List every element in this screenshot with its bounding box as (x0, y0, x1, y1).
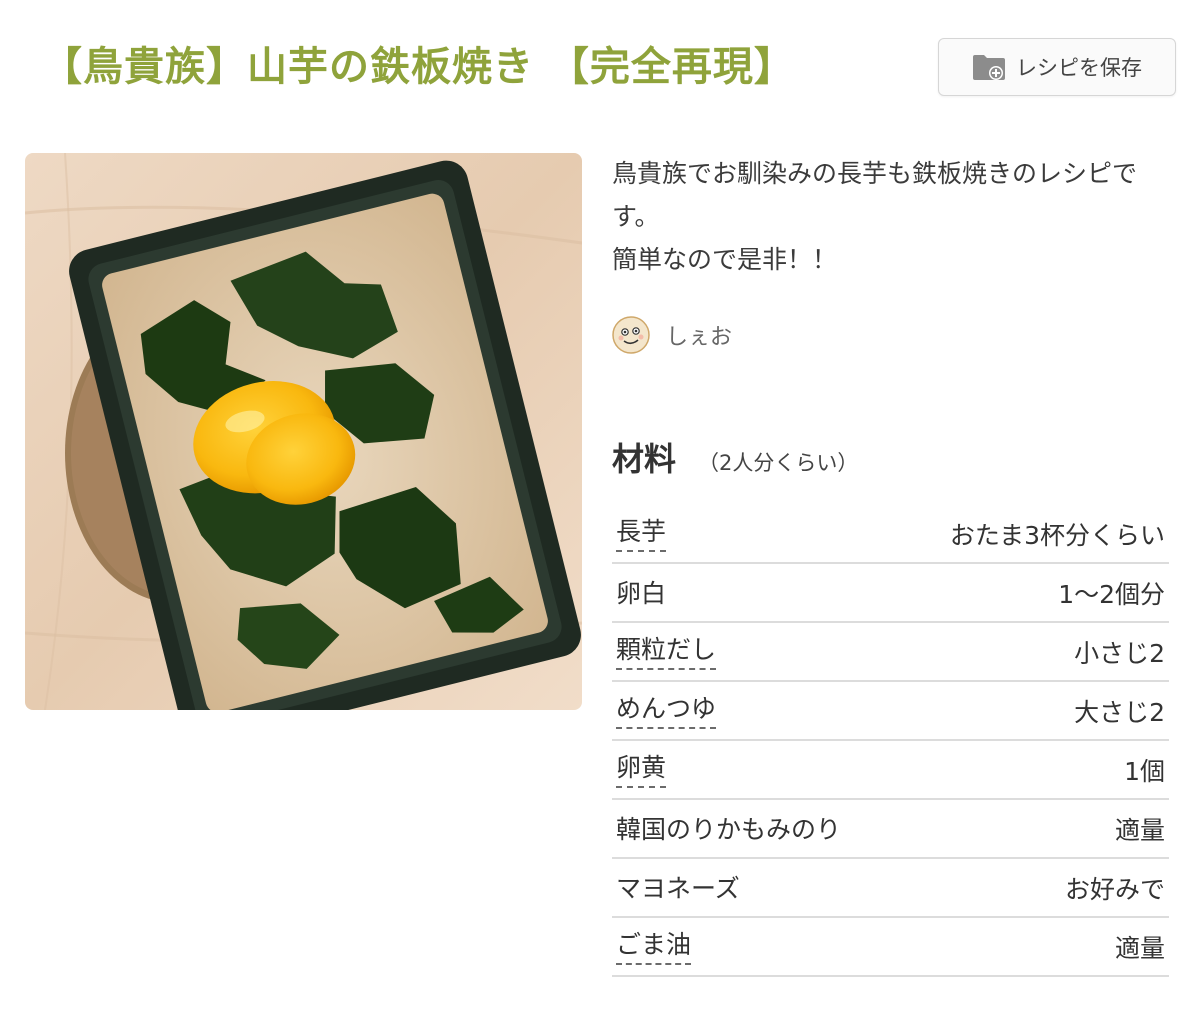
author-name: しぇお (666, 325, 733, 350)
ingredient-quantity: 大さじ2 (1074, 697, 1165, 727)
ingredient-quantity: 1〜2個分 (1058, 579, 1165, 609)
ingredient-row: 卵白 1〜2個分 (612, 564, 1169, 623)
folder-add-icon (973, 55, 1005, 80)
author-link[interactable]: しぇお (612, 316, 732, 354)
ingredient-name-link[interactable]: 顆粒だし (616, 634, 717, 670)
recipe-photo[interactable] (25, 153, 582, 710)
ingredients-title: 材料 (612, 440, 677, 478)
ingredient-name-link[interactable]: めんつゆ (616, 693, 717, 729)
save-recipe-label: レシピを保存 (1016, 56, 1142, 80)
ingredient-name: 卵白 (616, 578, 667, 608)
ingredient-name-link[interactable]: ごま油 (616, 929, 692, 965)
ingredient-quantity: 適量 (1114, 933, 1165, 963)
ingredient-row: 顆粒だし 小さじ2 (612, 623, 1169, 682)
ingredient-quantity: 1個 (1124, 756, 1165, 786)
ingredient-name-link[interactable]: 長芋 (616, 516, 667, 552)
description-line: 簡単なので是非！！ (612, 245, 838, 274)
recipe-page: 【鳥貴族】山芋の鉄板焼き 【完全再現】 レシピを保存 鳥貴族でお馴染みの長芋も鉄… (0, 0, 1200, 1022)
save-recipe-button[interactable]: レシピを保存 (938, 38, 1176, 96)
face-avatar-icon (612, 316, 650, 354)
ingredient-quantity: 適量 (1114, 815, 1165, 845)
ingredient-quantity: お好みで (1064, 874, 1165, 904)
recipe-description: 鳥貴族でお馴染みの長芋も鉄板焼きのレシピです。 簡単なので是非！！ (612, 152, 1172, 281)
ingredient-row: 長芋 おたま3杯分くらい (612, 505, 1169, 564)
ingredient-row: 韓国のりかもみのり 適量 (612, 800, 1169, 859)
ingredient-quantity: 小さじ2 (1074, 638, 1165, 668)
ingredient-row: 卵黄 1個 (612, 741, 1169, 800)
servings-label: （2人分くらい） (698, 451, 859, 475)
ingredients-heading: 材料 （2人分くらい） (612, 434, 858, 480)
dish-illustration (25, 153, 582, 710)
ingredient-name-link[interactable]: 卵黄 (616, 752, 667, 788)
description-line: 鳥貴族でお馴染みの長芋も鉄板焼きのレシピです。 (612, 159, 1138, 231)
ingredient-quantity: おたま3杯分くらい (949, 520, 1165, 550)
ingredient-row: マヨネーズ お好みで (612, 859, 1169, 918)
ingredient-name: マヨネーズ (616, 873, 740, 903)
ingredient-row: めんつゆ 大さじ2 (612, 682, 1169, 741)
ingredient-list: 長芋 おたま3杯分くらい 卵白 1〜2個分 顆粒だし 小さじ2 めんつゆ 大さじ… (612, 505, 1169, 977)
ingredient-name: 韓国のりかもみのり (616, 814, 842, 844)
ingredient-row: ごま油 適量 (612, 918, 1169, 977)
recipe-title: 【鳥貴族】山芋の鉄板焼き 【完全再現】 (42, 44, 795, 90)
